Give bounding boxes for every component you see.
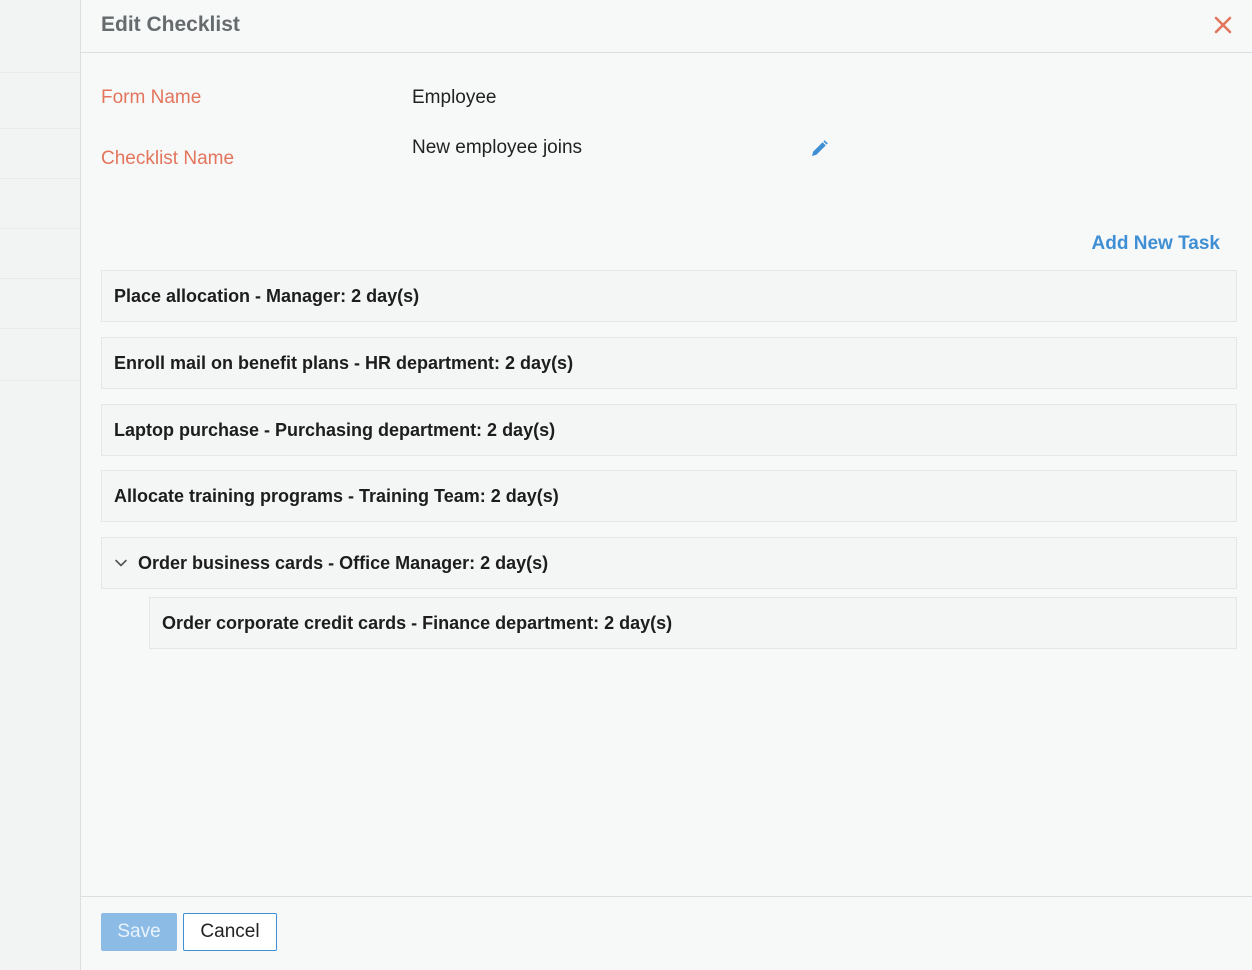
background-divider bbox=[0, 380, 80, 381]
task-label: Laptop purchase - Purchasing department:… bbox=[114, 419, 556, 440]
task-item[interactable]: Allocate training programs - Training Te… bbox=[101, 470, 1237, 522]
task-label: Enroll mail on benefit plans - HR depart… bbox=[114, 352, 574, 373]
background-divider bbox=[0, 178, 80, 179]
task-label: Allocate training programs - Training Te… bbox=[114, 485, 559, 506]
close-icon bbox=[1214, 16, 1232, 34]
task-item[interactable]: Enroll mail on benefit plans - HR depart… bbox=[101, 337, 1237, 389]
panel-footer: Save Cancel bbox=[81, 896, 1252, 970]
task-item-expandable[interactable]: Order business cards - Office Manager: 2… bbox=[101, 537, 1237, 589]
subtask-item[interactable]: Order corporate credit cards - Finance d… bbox=[149, 597, 1237, 649]
form-name-value: Employee bbox=[412, 87, 497, 108]
task-label: Order business cards - Office Manager: 2… bbox=[138, 552, 549, 573]
background-divider bbox=[0, 328, 80, 329]
panel-header: Edit Checklist bbox=[81, 0, 1252, 53]
cancel-button[interactable]: Cancel bbox=[183, 913, 277, 951]
background-divider bbox=[0, 72, 80, 73]
save-button[interactable]: Save bbox=[101, 913, 177, 951]
subtask-label: Order corporate credit cards - Finance d… bbox=[162, 612, 673, 633]
checklist-name-value: New employee joins bbox=[412, 137, 583, 158]
task-item[interactable]: Place allocation - Manager: 2 day(s) bbox=[101, 270, 1237, 322]
panel-title: Edit Checklist bbox=[101, 13, 240, 36]
background-divider bbox=[0, 128, 80, 129]
background-divider bbox=[0, 278, 80, 279]
close-button[interactable] bbox=[1210, 12, 1236, 38]
task-label: Place allocation - Manager: 2 day(s) bbox=[114, 285, 420, 306]
edit-checklist-panel: Edit Checklist Form Name Employee Checkl… bbox=[80, 0, 1252, 970]
background-divider bbox=[0, 228, 80, 229]
checklist-name-label: Checklist Name bbox=[101, 148, 235, 169]
background-page bbox=[0, 0, 80, 970]
edit-checklist-name-button[interactable] bbox=[808, 138, 830, 160]
task-item[interactable]: Laptop purchase - Purchasing department:… bbox=[101, 404, 1237, 456]
form-name-label: Form Name bbox=[101, 87, 202, 108]
pencil-icon bbox=[812, 140, 828, 156]
add-new-task-link[interactable]: Add New Task bbox=[1092, 233, 1220, 255]
